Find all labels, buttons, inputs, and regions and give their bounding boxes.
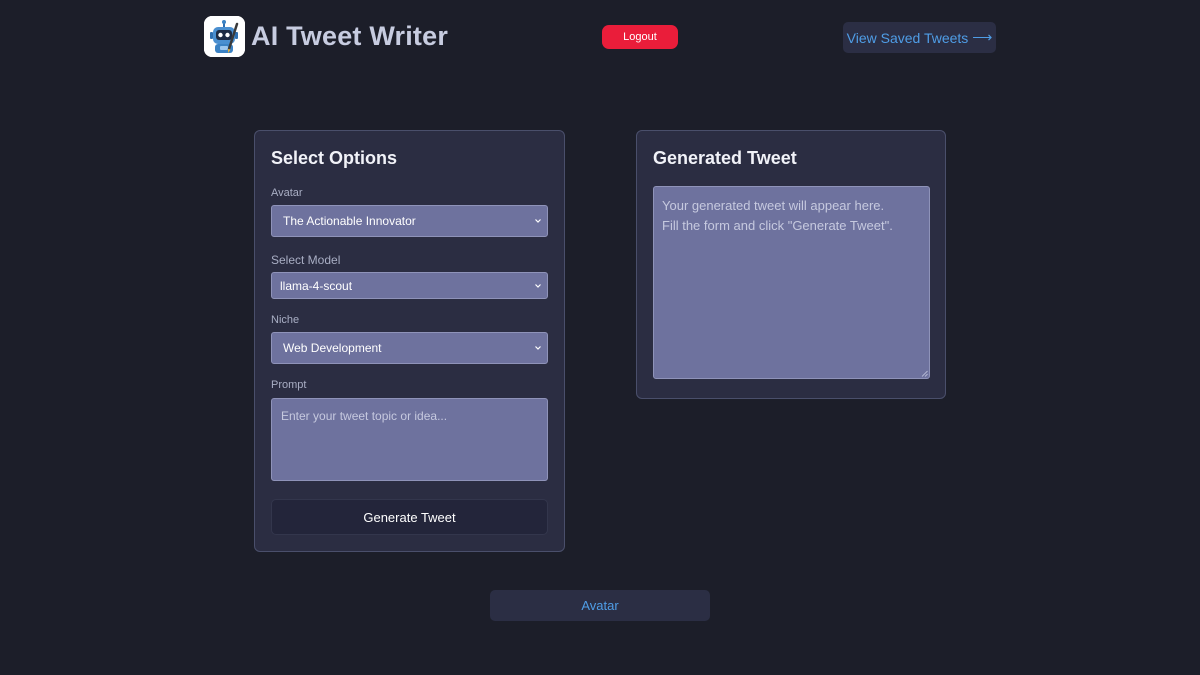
avatar-select-value: The Actionable Innovator	[283, 214, 416, 228]
generated-tweet-title: Generated Tweet	[653, 148, 797, 168]
niche-select-value: Web Development	[283, 341, 382, 355]
avatar-select[interactable]: The Actionable Innovator	[271, 205, 548, 237]
generated-tweet-card: Generated Tweet Your generated tweet wil…	[636, 130, 946, 399]
avatar-label: Avatar	[271, 187, 303, 199]
avatar-button[interactable]: Avatar	[490, 590, 710, 621]
generated-tweet-output[interactable]: Your generated tweet will appear here. F…	[653, 186, 930, 379]
chevron-down-icon	[535, 346, 541, 350]
chevron-down-icon	[535, 283, 541, 288]
model-select[interactable]: llama-4-scout	[271, 272, 548, 299]
model-label: Select Model	[271, 253, 341, 267]
niche-label: Niche	[271, 314, 300, 326]
chevron-down-icon	[535, 219, 541, 223]
prompt-input[interactable]	[271, 398, 548, 481]
generate-tweet-button[interactable]: Generate Tweet	[271, 499, 548, 535]
page: AI Tweet Writer Logout View Saved Tweets…	[0, 0, 1200, 675]
model-select-value: llama-4-scout	[280, 278, 353, 293]
view-saved-tweets-button[interactable]: View Saved Tweets ⟶	[843, 22, 996, 53]
niche-select[interactable]: Web Development	[271, 332, 548, 364]
options-title: Select Options	[271, 148, 398, 168]
view-saved-tweets-label: View Saved Tweets	[846, 29, 969, 46]
resize-grip-icon[interactable]	[921, 370, 928, 377]
arrow-right-icon: ⟶	[972, 29, 993, 45]
logout-button[interactable]: Logout	[602, 25, 678, 49]
output-placeholder-line-1: Your generated tweet will appear here.	[662, 198, 885, 213]
robot-writer-icon	[204, 16, 245, 57]
prompt-label: Prompt	[271, 379, 307, 391]
output-placeholder-line-2: Fill the form and click "Generate Tweet"…	[662, 218, 893, 233]
app-title: AI Tweet Writer	[251, 21, 449, 51]
options-card: Select Options Avatar The Actionable Inn…	[254, 130, 565, 552]
